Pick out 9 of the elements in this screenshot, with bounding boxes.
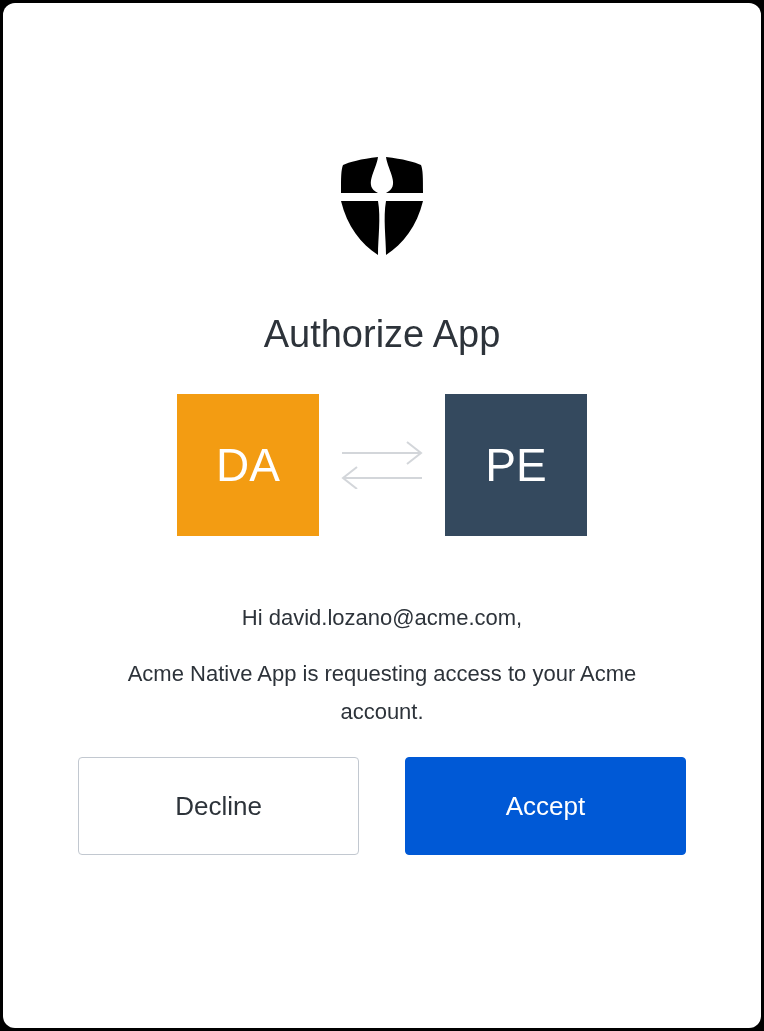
dialog-title: Authorize App	[263, 312, 501, 356]
request-message: Acme Native App is requesting access to your Acme account.	[126, 660, 638, 726]
app-initials-tile: DA	[177, 394, 319, 536]
exchange-arrows-icon	[341, 441, 423, 489]
shield-logo-icon	[341, 156, 423, 256]
decline-button[interactable]: Decline	[78, 757, 359, 855]
app-initials-tile: PE	[445, 394, 587, 536]
greeting-text: Hi david.lozano@acme.com,	[241, 604, 523, 632]
accept-button[interactable]: Accept	[405, 757, 686, 855]
